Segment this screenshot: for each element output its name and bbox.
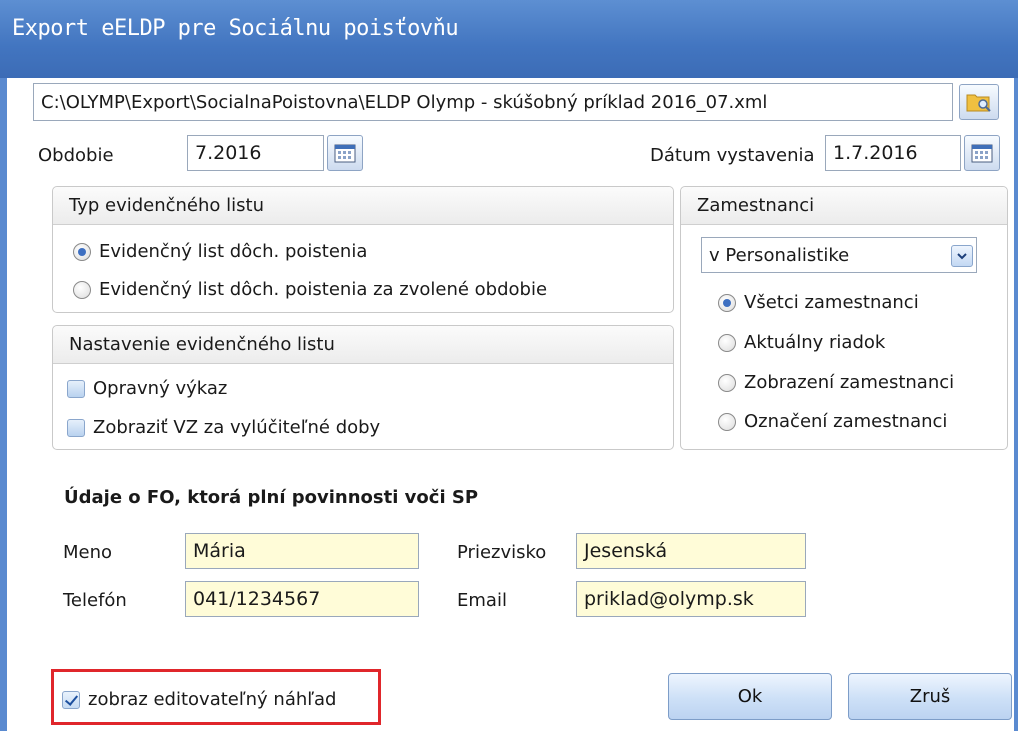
dialog-body: C:\OLYMP\Export\SocialnaPoistovna\ELDP O…	[7, 78, 1014, 731]
window-title: Export eELDP pre Sociálnu poisťovňu	[12, 16, 459, 41]
cancel-button[interactable]: Zruš	[848, 673, 1012, 720]
radio-icon[interactable]	[718, 373, 736, 392]
chevron-down-icon	[957, 252, 967, 259]
first-name-label: Meno	[63, 542, 113, 563]
email-label: Email	[457, 590, 507, 611]
window-title-bar[interactable]: Export eELDP pre Sociálnu poisťovňu	[0, 0, 1018, 78]
list-type-option-2-label: Evidenčný list dôch. poistenia za zvolen…	[99, 279, 548, 300]
phone-label: Telefón	[63, 590, 127, 611]
phone-input[interactable]: 041/1234567	[185, 581, 419, 617]
last-name-input[interactable]: Jesenská	[576, 533, 806, 569]
period-calendar-button[interactable]	[327, 135, 363, 171]
folder-search-icon	[966, 94, 991, 112]
corrective-report-checkbox[interactable]: Opravný výkaz	[67, 378, 227, 399]
person-section-title: Údaje o FO, ktorá plní povinnosti voči S…	[64, 487, 479, 508]
browse-file-button[interactable]	[959, 84, 999, 120]
radio-icon[interactable]	[718, 412, 736, 431]
employees-title: Zamestnanci	[681, 187, 1007, 225]
checkbox-icon[interactable]	[67, 418, 85, 437]
dropdown-button[interactable]	[951, 245, 973, 267]
list-type-option-1-label: Evidenčný list dôch. poistenia	[99, 241, 368, 262]
issue-date-input[interactable]: 1.7.2016	[825, 135, 961, 171]
list-settings-title: Nastavenie evidenčného listu	[53, 326, 673, 364]
highlight-annotation	[51, 669, 381, 725]
employees-option-current-label: Aktuálny riadok	[744, 332, 886, 353]
employees-option-current[interactable]: Aktuálny riadok	[718, 332, 885, 353]
issue-date-label: Dátum vystavenia	[650, 145, 815, 166]
radio-icon[interactable]	[718, 333, 736, 352]
period-input[interactable]: 7.2016	[187, 135, 324, 171]
employees-option-all-label: Všetci zamestnanci	[744, 292, 919, 313]
list-type-group: Typ evidenčného listu Evidenčný list dôc…	[52, 186, 674, 313]
show-vz-checkbox[interactable]: Zobraziť VZ za vylúčiteľné doby	[67, 417, 380, 438]
list-type-option-1[interactable]: Evidenčný list dôch. poistenia	[73, 241, 367, 262]
employees-group: Zamestnanci v Personalistike Všetci zame…	[680, 186, 1008, 450]
list-type-option-2[interactable]: Evidenčný list dôch. poistenia za zvolen…	[73, 279, 547, 300]
list-settings-group: Nastavenie evidenčného listu Opravný výk…	[52, 325, 674, 450]
file-path-input[interactable]: C:\OLYMP\Export\SocialnaPoistovna\ELDP O…	[33, 83, 953, 121]
employees-option-shown[interactable]: Zobrazení zamestnanci	[718, 372, 954, 393]
first-name-input[interactable]: Mária	[185, 533, 419, 569]
last-name-label: Priezvisko	[457, 542, 547, 563]
show-vz-label: Zobraziť VZ za vylúčiteľné doby	[93, 417, 381, 438]
last-name-value: Jesenská	[584, 540, 668, 562]
calendar-icon	[334, 144, 356, 163]
radio-selected-icon[interactable]	[718, 293, 736, 312]
employees-option-all[interactable]: Všetci zamestnanci	[718, 292, 919, 313]
employees-source-select[interactable]: v Personalistike	[701, 237, 977, 273]
window-frame-left	[0, 78, 7, 731]
employees-source-value: v Personalistike	[709, 244, 850, 266]
radio-icon[interactable]	[73, 280, 91, 299]
radio-selected-icon[interactable]	[73, 242, 91, 261]
calendar-icon	[971, 144, 993, 163]
employees-option-marked[interactable]: Označení zamestnanci	[718, 411, 947, 432]
period-value: 7.2016	[195, 142, 262, 164]
issue-date-value: 1.7.2016	[833, 142, 918, 164]
checkbox-icon[interactable]	[67, 379, 85, 398]
period-label: Obdobie	[38, 145, 114, 166]
first-name-value: Mária	[193, 540, 246, 562]
corrective-report-label: Opravný výkaz	[93, 378, 228, 399]
issue-date-calendar-button[interactable]	[964, 135, 1000, 171]
phone-value: 041/1234567	[193, 588, 321, 610]
email-value: priklad@olymp.sk	[584, 588, 754, 610]
list-type-title: Typ evidenčného listu	[53, 187, 673, 225]
email-input[interactable]: priklad@olymp.sk	[576, 581, 806, 617]
file-path-text: C:\OLYMP\Export\SocialnaPoistovna\ELDP O…	[41, 91, 768, 113]
window-frame-right	[1014, 78, 1018, 731]
employees-option-shown-label: Zobrazení zamestnanci	[744, 372, 955, 393]
employees-option-marked-label: Označení zamestnanci	[744, 411, 948, 432]
ok-button[interactable]: Ok	[668, 673, 832, 720]
